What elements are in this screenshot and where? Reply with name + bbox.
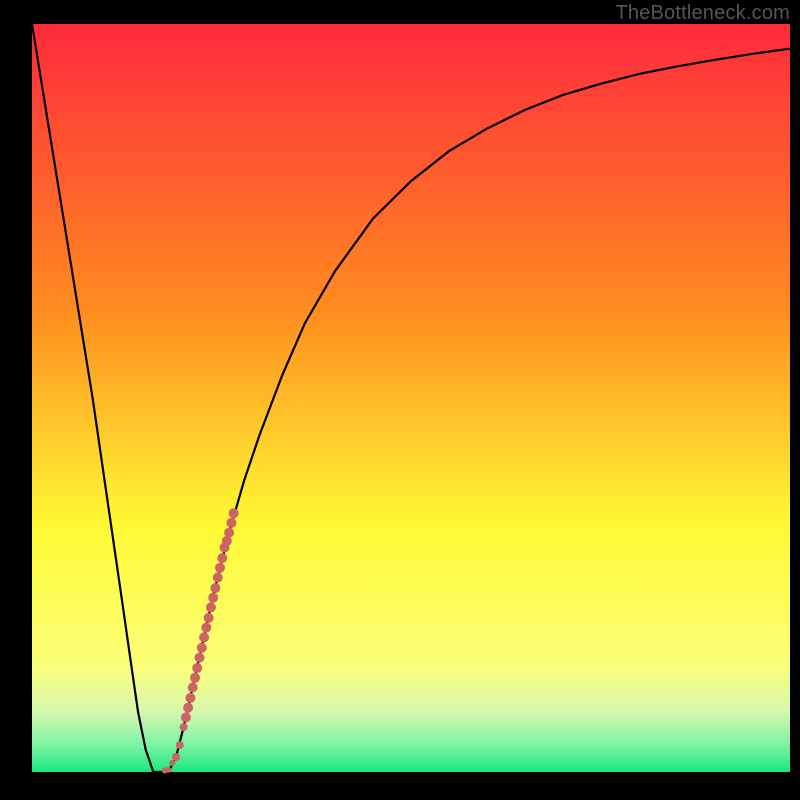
highlight-dot	[190, 673, 200, 683]
highlight-dot	[210, 583, 220, 593]
highlight-dot	[172, 753, 180, 761]
highlight-dot	[199, 632, 209, 642]
highlight-dot	[188, 683, 198, 693]
chart-container: TheBottleneck.com	[0, 0, 800, 800]
highlight-dot	[217, 553, 227, 563]
highlight-dot	[215, 563, 225, 573]
highlight-dot	[208, 593, 218, 603]
highlight-dot	[185, 693, 195, 703]
highlight-dot	[204, 613, 214, 623]
highlight-dot	[180, 723, 188, 731]
highlight-dot	[201, 623, 211, 633]
highlight-dot	[181, 712, 191, 722]
highlight-dot	[206, 602, 216, 612]
highlight-dot	[183, 703, 193, 713]
axis-frame	[0, 0, 32, 800]
highlight-dot	[165, 767, 171, 773]
highlight-dot	[195, 653, 205, 663]
axis-frame	[0, 772, 800, 800]
highlight-dot	[169, 760, 175, 766]
plot-area	[32, 24, 790, 772]
highlight-dot	[176, 741, 184, 749]
highlight-dot	[226, 518, 236, 528]
bottleneck-chart	[0, 0, 800, 800]
highlight-dot	[213, 573, 223, 583]
axis-frame	[790, 0, 800, 800]
highlight-dot	[192, 663, 202, 673]
highlight-dot	[197, 643, 207, 653]
highlight-dot	[224, 528, 234, 538]
attribution-label: TheBottleneck.com	[615, 2, 790, 25]
highlight-dot	[229, 508, 239, 518]
